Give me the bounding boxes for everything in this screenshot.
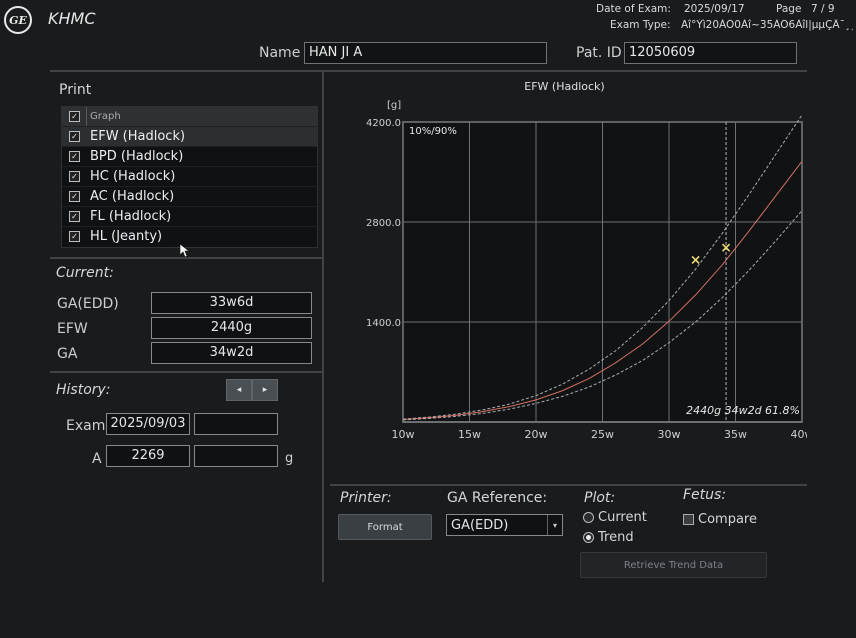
graph-list-item[interactable]: ✓ AC (Hadlock) <box>62 186 317 206</box>
fetus-label: Fetus: <box>683 487 727 503</box>
ge-logo: GE <box>4 6 32 34</box>
chart-band-label: 10%/90% <box>409 126 457 137</box>
chevron-left-icon: ◂ <box>236 385 242 395</box>
graph-item-label: HC (Hadlock) <box>90 169 176 184</box>
graph-column-header: Graph <box>86 107 121 126</box>
patient-id-label: Pat. ID <box>576 45 622 61</box>
chart-y-axis-label: [g] <box>387 100 401 111</box>
chart-x-tick-label: 40w <box>791 428 808 441</box>
plot-label: Plot: <box>584 490 616 506</box>
compare-checkbox-box <box>683 514 694 525</box>
chart-y-tick-label: 2800.0 <box>366 218 401 229</box>
graph-item-label: FL (Hadlock) <box>90 209 172 224</box>
history-next-button[interactable]: ▸ <box>252 379 278 401</box>
printer-label: Printer: <box>340 490 392 506</box>
compare-label: Compare <box>698 512 757 527</box>
chart-y-tick-label: 4200.0 <box>366 118 401 129</box>
ga-reference-select[interactable]: GA(EDD) ▾ <box>446 514 563 536</box>
name-label: Name <box>259 45 301 61</box>
chevron-right-icon: ▸ <box>262 385 268 395</box>
chart-x-tick-label: 35w <box>724 428 747 441</box>
chart-x-tick-label: 15w <box>458 428 481 441</box>
patient-id-field[interactable]: 12050609 <box>624 42 797 64</box>
current-ga-edd-value: 33w6d <box>151 292 312 314</box>
print-graph-list: ✓ Graph ✓ EFW (Hadlock) ✓ BPD (Hadlock) ✓ HC … <box>61 106 318 248</box>
exam-date-value: 2025/09/17 <box>684 3 745 15</box>
history-divider <box>50 371 323 373</box>
history-a-value: 2269 <box>106 445 190 467</box>
graph-item-label: BPD (Hadlock) <box>90 149 184 164</box>
plot-option-label: Current <box>598 510 647 525</box>
graph-item-checkbox[interactable]: ✓ <box>69 171 80 182</box>
plot-option-trend[interactable]: Trend <box>583 530 634 545</box>
chart-annotation: 2440g 34w2d 61.8% <box>686 404 800 417</box>
current-efw-label: EFW <box>57 321 88 337</box>
chart-x-tick-label: 25w <box>591 428 614 441</box>
history-exam-label: Exam <box>66 418 106 434</box>
current-ga-value: 34w2d <box>151 342 312 364</box>
graph-list-item[interactable]: ✓ HC (Hadlock) <box>62 166 317 186</box>
ga-reference-label: GA Reference: <box>447 490 548 506</box>
page-value: 7 / 9 <box>811 3 835 15</box>
hospital-name: KHMC <box>48 9 96 28</box>
current-efw-value: 2440g <box>151 317 312 339</box>
page-label: Page <box>776 3 802 15</box>
graph-list-header: ✓ Graph <box>62 107 317 126</box>
efw-chart: EFW (Hadlock) [g] 10w 15w 20w 25w 30w 35w 40w 140… <box>330 76 814 448</box>
chart-title: EFW (Hadlock) <box>524 80 604 93</box>
header-divider <box>50 70 807 72</box>
graph-list-item[interactable]: ✓ EFW (Hadlock) <box>62 126 317 146</box>
plot-option-label: Trend <box>598 530 634 545</box>
graph-item-checkbox[interactable]: ✓ <box>69 211 80 222</box>
current-ga-edd-label: GA(EDD) <box>57 296 119 312</box>
efw-chart-svg: EFW (Hadlock) [g] 10w 15w 20w 25w 30w 35w 40w 140… <box>366 80 814 441</box>
mouse-cursor-icon <box>180 244 190 258</box>
radio-button <box>583 512 594 523</box>
history-exam-date: 2025/09/03 <box>106 413 190 435</box>
exam-date-label: Date of Exam: <box>596 3 671 15</box>
chart-x-tick-label: 20w <box>525 428 548 441</box>
graph-list-item[interactable]: ✓ BPD (Hadlock) <box>62 146 317 166</box>
graph-item-label: HL (Jeanty) <box>90 229 163 244</box>
dropdown-arrow-icon: ▾ <box>547 515 562 535</box>
graph-item-checkbox[interactable]: ✓ <box>69 151 80 162</box>
exam-type-label: Exam Type: <box>610 19 671 31</box>
graph-item-label: AC (Hadlock) <box>90 189 175 204</box>
exam-type-value: Ãî°Ýì20ÀÖ0Àî~35ÀÖ6Àîl|µµÇÂ¯¸¸ <box>681 19 853 31</box>
graph-item-label: EFW (Hadlock) <box>90 129 186 144</box>
radio-button <box>583 532 594 543</box>
graph-item-checkbox[interactable]: ✓ <box>69 131 80 142</box>
chart-y-tick-label: 1400.0 <box>366 318 401 329</box>
history-title: History: <box>56 382 111 398</box>
graph-item-checkbox[interactable]: ✓ <box>69 191 80 202</box>
history-a-unit: g <box>285 451 294 466</box>
bottom-divider <box>330 484 807 486</box>
history-exam-date-2 <box>194 413 278 435</box>
current-ga-label: GA <box>57 346 78 362</box>
history-a-value-2 <box>194 445 278 467</box>
graph-list-item[interactable]: ✓ HL (Jeanty) <box>62 226 317 246</box>
name-field[interactable]: HAN JI A <box>304 42 547 64</box>
history-prev-button[interactable]: ◂ <box>226 379 252 401</box>
chart-x-tick-label: 10w <box>392 428 415 441</box>
print-title: Print <box>59 82 92 98</box>
graph-item-checkbox[interactable]: ✓ <box>69 231 80 242</box>
retrieve-trend-data-button[interactable]: Retrieve Trend Data <box>580 552 767 578</box>
format-button[interactable]: Format <box>338 514 432 540</box>
graph-list-item[interactable]: ✓ FL (Hadlock) <box>62 206 317 226</box>
current-title: Current: <box>56 265 114 281</box>
compare-checkbox[interactable]: Compare <box>683 512 757 527</box>
ga-reference-value: GA(EDD) <box>451 517 509 533</box>
plot-option-current[interactable]: Current <box>583 510 647 525</box>
left-panel-divider <box>322 72 324 582</box>
chart-x-tick-label: 30w <box>658 428 681 441</box>
history-a-label: A <box>92 451 102 467</box>
select-all-checkbox[interactable]: ✓ <box>69 111 80 122</box>
